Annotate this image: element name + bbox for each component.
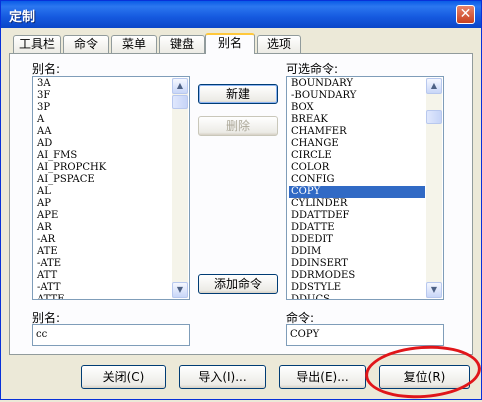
list-item[interactable]: CYLINDER: [289, 198, 425, 210]
list-item[interactable]: AI_PROPCHK: [35, 162, 171, 174]
command-input[interactable]: COPY: [286, 324, 444, 346]
list-item[interactable]: 3A: [35, 78, 171, 90]
list-item[interactable]: DDUCS: [289, 294, 425, 299]
list-item[interactable]: DDIM: [289, 246, 425, 258]
import-button[interactable]: 导入(I)...: [179, 365, 266, 389]
scroll-up-icon[interactable]: ▲: [172, 78, 188, 94]
list-item[interactable]: DDINSERT: [289, 258, 425, 270]
list-item[interactable]: 3P: [35, 102, 171, 114]
list-item[interactable]: AL: [35, 186, 171, 198]
list-item[interactable]: A: [35, 114, 171, 126]
list-item[interactable]: -ATT: [35, 282, 171, 294]
tab-toolbars[interactable]: 工具栏: [13, 35, 61, 53]
aliases-label: 别名:: [32, 62, 61, 76]
list-item[interactable]: -BOUNDARY: [289, 90, 425, 102]
tab-menus[interactable]: 菜单: [111, 35, 157, 53]
alias-input[interactable]: cc: [32, 324, 190, 346]
list-item[interactable]: CHAMFER: [289, 126, 425, 138]
list-item[interactable]: AI_PSPACE: [35, 174, 171, 186]
list-item[interactable]: DDSTYLE: [289, 282, 425, 294]
new-alias-button[interactable]: 新建: [198, 84, 278, 104]
list-item[interactable]: ATTE: [35, 294, 171, 299]
list-item[interactable]: AD: [35, 138, 171, 150]
scroll-up-icon[interactable]: ▲: [426, 78, 442, 94]
list-item[interactable]: AA: [35, 126, 171, 138]
list-item[interactable]: APE: [35, 210, 171, 222]
list-item[interactable]: -ATE: [35, 258, 171, 270]
window-title: 定制: [9, 10, 36, 25]
list-item[interactable]: BOUNDARY: [289, 78, 425, 90]
alias-list-scrollbar[interactable]: ▲ ▼: [172, 78, 188, 298]
list-item[interactable]: 3F: [35, 90, 171, 102]
list-item[interactable]: AI_FMS: [35, 150, 171, 162]
command-list-items: BOUNDARY -BOUNDARY BOX BREAK CHAMFER CHANGE CI…: [289, 78, 425, 299]
list-item[interactable]: -AR: [35, 234, 171, 246]
title-bar[interactable]: 定制 ✕: [1, 1, 481, 28]
tab-commands[interactable]: 命令: [63, 35, 109, 53]
list-item[interactable]: DDATTDEF: [289, 210, 425, 222]
export-button[interactable]: 导出(E)...: [279, 365, 366, 389]
delete-alias-button[interactable]: 删除: [198, 116, 278, 136]
list-item[interactable]: AR: [35, 222, 171, 234]
scroll-down-icon[interactable]: ▼: [172, 282, 188, 298]
list-item[interactable]: DDRMODES: [289, 270, 425, 282]
scroll-down-icon[interactable]: ▼: [426, 282, 442, 298]
available-commands-list[interactable]: BOUNDARY -BOUNDARY BOX BREAK CHAMFER CHANGE CI…: [286, 76, 444, 300]
available-commands-label: 可选命令:: [286, 62, 339, 76]
list-item[interactable]: COPY: [289, 186, 425, 198]
close-button[interactable]: 关闭(C): [81, 365, 166, 389]
scroll-thumb[interactable]: [172, 95, 188, 109]
add-command-button[interactable]: 添加命令: [198, 274, 278, 294]
list-item[interactable]: ATE: [35, 246, 171, 258]
tab-keyboard[interactable]: 键盘: [159, 35, 205, 53]
alias-list[interactable]: 3A 3F 3P A AA AD AI_FMS AI_PROPCHK AI_PSPACE AL AP…: [32, 76, 190, 300]
close-icon[interactable]: ✕: [456, 5, 475, 24]
reset-button[interactable]: 复位(R): [379, 365, 470, 389]
list-item[interactable]: CONFIG: [289, 174, 425, 186]
list-item[interactable]: BOX: [289, 102, 425, 114]
list-item[interactable]: COLOR: [289, 162, 425, 174]
alias-list-items: 3A 3F 3P A AA AD AI_FMS AI_PROPCHK AI_PSPACE AL AP…: [35, 78, 171, 299]
list-item[interactable]: AP: [35, 198, 171, 210]
alias-panel: 别名: 3A 3F 3P A AA AD AI_FMS AI_PROPCHK AI_PSPACE…: [9, 53, 473, 355]
customize-dialog: 定制 ✕ 工具栏 命令 菜单 键盘 别名 选项 别名: 3A 3F 3P A AA AD A…: [0, 0, 482, 402]
list-item[interactable]: CHANGE: [289, 138, 425, 150]
command-list-scrollbar[interactable]: ▲ ▼: [426, 78, 442, 298]
scroll-thumb[interactable]: [426, 110, 442, 124]
list-item[interactable]: DDEDIT: [289, 234, 425, 246]
list-item[interactable]: ATT: [35, 270, 171, 282]
list-item[interactable]: DDATTE: [289, 222, 425, 234]
tab-options[interactable]: 选项: [257, 35, 301, 53]
list-item[interactable]: CIRCLE: [289, 150, 425, 162]
list-item[interactable]: BREAK: [289, 114, 425, 126]
tab-aliases[interactable]: 别名: [205, 33, 255, 54]
